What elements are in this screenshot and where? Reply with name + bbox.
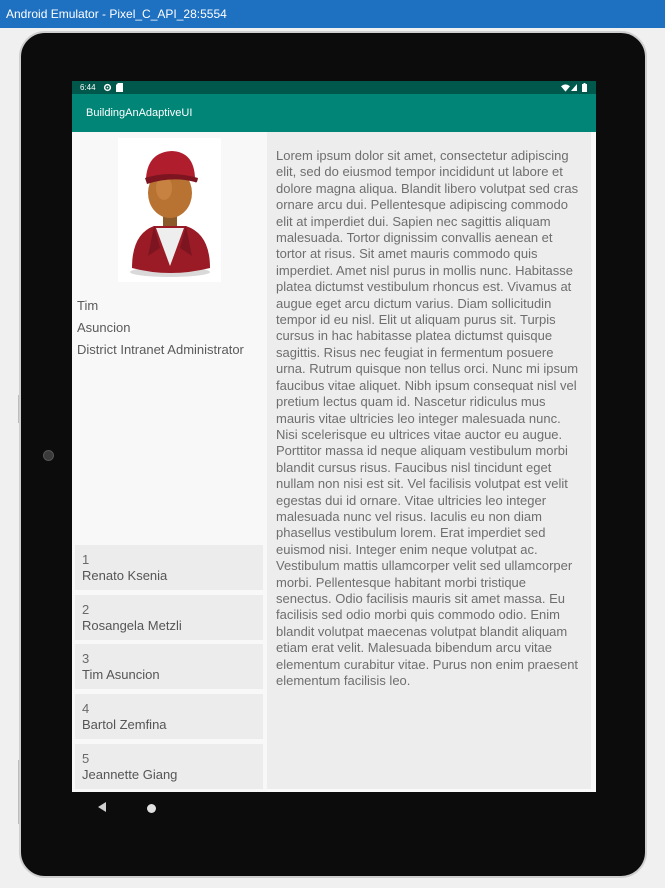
navigation-bar xyxy=(72,792,596,826)
status-bar: 6:44 xyxy=(72,81,596,94)
list-item[interactable]: 5 Jeannette Giang xyxy=(75,744,263,789)
list-item-name: Renato Ksenia xyxy=(82,568,168,583)
list-item-name: Jeannette Giang xyxy=(82,767,178,782)
profile-last-name: Asuncion xyxy=(77,320,131,335)
profile-pane: Tim Asuncion District Intranet Administr… xyxy=(72,132,267,792)
list-item-name: Tim Asuncion xyxy=(82,667,160,682)
detail-pane[interactable]: Lorem ipsum dolor sit amet, consectetur … xyxy=(267,132,591,789)
device-screen: 6:44 BuildingAnAdaptiveUI Tim Asuncion D… xyxy=(72,81,596,792)
profile-role: District Intranet Administrator xyxy=(77,342,244,357)
list-item[interactable]: 2 Rosangela Metzli xyxy=(75,595,263,640)
wifi-icon xyxy=(561,81,570,94)
back-icon[interactable] xyxy=(98,802,106,812)
status-time: 6:44 xyxy=(80,83,96,92)
list-item[interactable]: 1 Renato Ksenia xyxy=(75,545,263,590)
list-item-number: 4 xyxy=(82,701,90,716)
window-title: Android Emulator - Pixel_C_API_28:5554 xyxy=(0,0,665,28)
sd-card-icon xyxy=(116,81,123,94)
list-item[interactable]: 4 Bartol Zemfina xyxy=(75,694,263,739)
app-bar: BuildingAnAdaptiveUI xyxy=(72,94,596,132)
profile-first-name: Tim xyxy=(77,298,99,313)
user-avatar-icon xyxy=(118,138,221,282)
signal-icon xyxy=(571,81,577,94)
battery-icon xyxy=(582,81,587,94)
camera-icon xyxy=(43,450,54,461)
list-item-name: Bartol Zemfina xyxy=(82,717,167,732)
list-item[interactable]: 3 Tim Asuncion xyxy=(75,644,263,689)
list-item-number: 1 xyxy=(82,552,90,567)
list-item-number: 2 xyxy=(82,602,90,617)
list-item-number: 3 xyxy=(82,651,90,666)
list-item-name: Rosangela Metzli xyxy=(82,618,182,633)
list-item-number: 5 xyxy=(82,751,90,766)
home-icon[interactable] xyxy=(147,804,156,813)
settings-icon xyxy=(103,81,112,94)
detail-text: Lorem ipsum dolor sit amet, consectetur … xyxy=(276,148,579,688)
app-title: BuildingAnAdaptiveUI xyxy=(86,107,193,119)
